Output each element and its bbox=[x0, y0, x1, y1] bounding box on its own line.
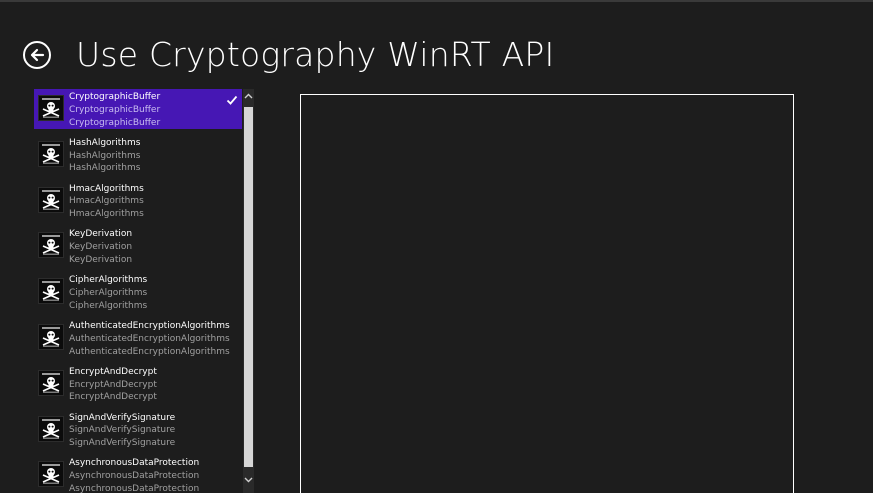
list-item-description: CryptographicBuffer bbox=[69, 117, 161, 128]
scroll-up-button[interactable] bbox=[243, 89, 254, 103]
list-item-title: SignAndVerifySignature bbox=[69, 412, 176, 423]
list-item-description: AsynchronousDataProtection bbox=[69, 483, 200, 493]
list-item[interactable]: HashAlgorithms HashAlgorithms HashAlgorith… bbox=[34, 135, 242, 175]
list-item-description: AuthenticatedEncryptionAlgorithms bbox=[69, 346, 230, 357]
list-item-description: KeyDerivation bbox=[69, 254, 133, 265]
list-item[interactable]: EncryptAndDecrypt EncryptAndDecrypt Encryp… bbox=[34, 364, 242, 404]
page-title: Use Cryptography WinRT API bbox=[76, 35, 555, 74]
list-item-subtitle: EncryptAndDecrypt bbox=[69, 379, 157, 390]
skull-crossbones-icon bbox=[38, 369, 64, 396]
scroll-thumb[interactable] bbox=[244, 107, 253, 467]
list-item-description: EncryptAndDecrypt bbox=[69, 392, 157, 403]
list-item-subtitle: AsynchronousDataProtection bbox=[69, 471, 200, 482]
list-item-description: HmacAlgorithms bbox=[69, 209, 144, 220]
list-item-subtitle: CryptographicBuffer bbox=[69, 104, 161, 115]
chevron-down-icon bbox=[244, 477, 253, 483]
checkmark-icon bbox=[226, 91, 238, 105]
list-item-title: HashAlgorithms bbox=[69, 137, 141, 148]
list-item-subtitle: SignAndVerifySignature bbox=[69, 425, 176, 436]
list-item-text: AuthenticatedEncryptionAlgorithms Authent… bbox=[69, 320, 230, 358]
skull-crossbones-icon bbox=[38, 140, 64, 167]
skull-crossbones-icon bbox=[38, 461, 64, 488]
sample-list: CryptographicBuffer CryptographicBuffer Cr… bbox=[34, 89, 242, 493]
list-item[interactable]: CipherAlgorithms CipherAlgorithms CipherAl… bbox=[34, 272, 242, 312]
list-item-description: SignAndVerifySignature bbox=[69, 438, 176, 449]
list-item-title: KeyDerivation bbox=[69, 229, 133, 240]
list-item-text: KeyDerivation KeyDerivation KeyDerivation bbox=[69, 228, 132, 266]
list-item-subtitle: HmacAlgorithms bbox=[69, 196, 144, 207]
skull-crossbones-icon bbox=[38, 186, 64, 213]
list-item-description: HashAlgorithms bbox=[69, 163, 141, 174]
list-item-text: CryptographicBuffer CryptographicBuffer Cr… bbox=[69, 91, 160, 129]
list-item[interactable]: KeyDerivation KeyDerivation KeyDerivation bbox=[34, 226, 242, 266]
list-item[interactable]: HmacAlgorithms HmacAlgorithms HmacAlgorith… bbox=[34, 181, 242, 221]
list-item[interactable]: AsynchronousDataProtection AsynchronousDa… bbox=[34, 455, 242, 493]
list-item[interactable]: SignAndVerifySignature SignAndVerifySigna… bbox=[34, 410, 242, 450]
list-item[interactable]: CryptographicBuffer CryptographicBuffer Cr… bbox=[34, 89, 242, 129]
app-window: Use Cryptography WinRT API Cryptographic… bbox=[0, 0, 873, 493]
list-scrollbar[interactable] bbox=[243, 89, 254, 493]
list-item-title: CryptographicBuffer bbox=[69, 92, 161, 102]
list-item-text: CipherAlgorithms CipherAlgorithms CipherAl… bbox=[69, 274, 147, 312]
list-item-text: SignAndVerifySignature SignAndVerifySigna… bbox=[69, 412, 175, 450]
list-item-title: EncryptAndDecrypt bbox=[69, 366, 157, 377]
back-arrow-icon bbox=[30, 48, 45, 62]
chevron-up-icon bbox=[244, 93, 253, 99]
skull-crossbones-icon bbox=[38, 278, 64, 305]
skull-crossbones-icon bbox=[38, 232, 64, 259]
list-item-subtitle: KeyDerivation bbox=[69, 242, 133, 253]
list-item-subtitle: HashAlgorithms bbox=[69, 150, 141, 161]
list-item-text: EncryptAndDecrypt EncryptAndDecrypt Encryp… bbox=[69, 366, 157, 404]
list-item-text: AsynchronousDataProtection AsynchronousDa… bbox=[69, 457, 199, 493]
list-item[interactable]: AuthenticatedEncryptionAlgorithms Authent… bbox=[34, 318, 242, 358]
list-item-subtitle: CipherAlgorithms bbox=[69, 287, 148, 298]
scroll-down-button[interactable] bbox=[243, 473, 254, 487]
skull-crossbones-icon bbox=[38, 324, 64, 350]
list-item-text: HashAlgorithms HashAlgorithms HashAlgorith… bbox=[69, 137, 140, 175]
list-item-title: HmacAlgorithms bbox=[69, 183, 144, 194]
skull-crossbones-icon bbox=[38, 95, 64, 121]
list-item-title: CipherAlgorithms bbox=[69, 275, 148, 286]
content-frame bbox=[300, 94, 794, 493]
list-item-title: AsynchronousDataProtection bbox=[69, 458, 200, 469]
skull-crossbones-icon bbox=[38, 415, 64, 442]
list-item-title: AuthenticatedEncryptionAlgorithms bbox=[69, 321, 230, 331]
list-item-text: HmacAlgorithms HmacAlgorithms HmacAlgorith… bbox=[69, 183, 144, 221]
list-item-description: CipherAlgorithms bbox=[69, 300, 148, 311]
list-item-subtitle: AuthenticatedEncryptionAlgorithms bbox=[69, 333, 230, 344]
back-button[interactable] bbox=[23, 41, 51, 69]
